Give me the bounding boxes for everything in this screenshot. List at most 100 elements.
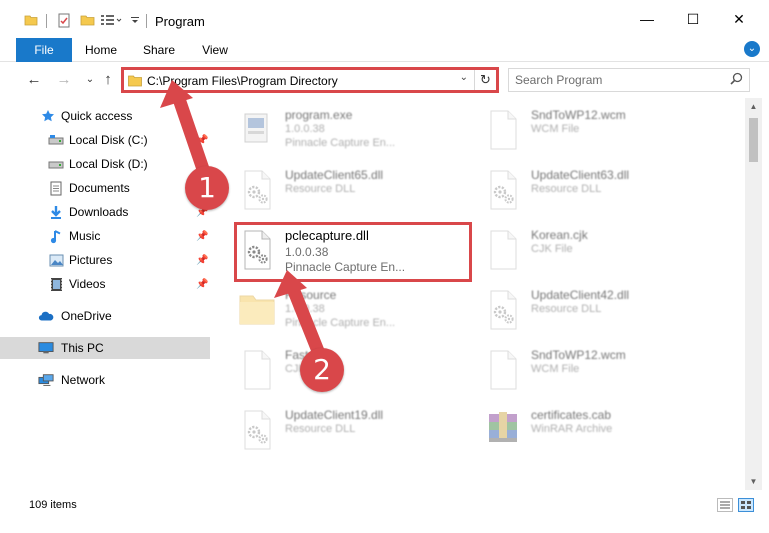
file-tile[interactable]: certificates.cab WinRAR Archive [483,404,723,462]
sidebar-item-music[interactable]: Music 📌 [0,225,210,247]
file-name: program.exe [285,108,353,122]
sidebar-item-label: Local Disk (C:) [69,133,148,147]
vertical-scrollbar[interactable]: ▲ ▼ [745,98,762,490]
scroll-up-icon[interactable]: ▲ [745,98,762,115]
tab-file[interactable]: File [16,38,72,62]
dll-icon [237,168,281,212]
folder-icon [24,11,38,29]
sidebar-item-documents[interactable]: Documents 📌 [0,177,210,199]
address-dropdown-icon[interactable]: ⌄ [460,72,468,83]
sidebar-item-label: Videos [69,277,106,291]
file-tile[interactable]: Resource 1.0.0.38 Pinnacle Capture En... [237,284,477,342]
file-tile[interactable]: UpdateClient42.dll Resource DLL [483,284,723,342]
file-tile[interactable]: UpdateClient63.dll Resource DLL [483,164,723,222]
tab-view[interactable]: View [194,38,236,62]
refresh-button[interactable]: ↻ [474,70,496,90]
address-path[interactable]: C:\Program Files\Program Directory [147,74,338,88]
pin-icon[interactable]: 📌 [196,279,208,290]
file-name: SndToWP12.wcm [531,348,626,362]
sidebar-item-label: Quick access [61,109,133,123]
back-button[interactable]: ← [24,70,44,90]
recent-locations-button[interactable]: ⌄ [80,70,100,90]
up-button[interactable]: ↑ [98,70,118,90]
file-tile[interactable]: Fast...cjkCJK [237,344,477,402]
customize-qa-icon[interactable] [100,11,126,29]
file-name: Korean.cjk [531,228,588,242]
file-detail: Resource DLL [285,423,356,435]
sidebar-item-onedrive[interactable]: OneDrive [0,305,210,327]
search-box[interactable] [508,68,750,92]
file-detail: CJK File [531,243,573,255]
search-input[interactable] [515,72,715,88]
sidebar-item-this-pc[interactable]: This PC [0,337,210,359]
file-detail: 1.0.0.38 [285,123,325,135]
file-detail: Resource DLL [285,183,356,195]
computer-icon [38,340,54,356]
details-view-icon[interactable] [717,498,733,512]
file-description: Pinnacle Capture En... [285,260,406,274]
title-bar: Program — ☐ ✕ [0,0,769,38]
sidebar-item-downloads[interactable]: Downloads 📌 [0,201,210,223]
sidebar-item-label: Downloads [69,205,129,219]
file-tile[interactable]: UpdateClient19.dll Resource DLL [237,404,477,462]
item-count: 109 items [29,499,77,511]
winrar-icon [483,408,527,452]
new-folder-icon[interactable] [80,11,95,29]
file-name: UpdateClient65.dll [285,168,384,182]
sidebar-item-quick-access[interactable]: Quick access [0,105,210,127]
address-bar[interactable]: C:\Program Files\Program Directory ⌄ ↻ [121,67,499,93]
network-icon [38,372,54,388]
pin-icon[interactable]: 📌 [196,255,208,266]
file-tile[interactable]: program.exe 1.0.0.38 Pinnacle Capture En..… [237,104,477,162]
file-tile[interactable]: UpdateClient65.dll Resource DLL [237,164,477,222]
file-tile[interactable]: SndToWP12.wcm WCM File [483,104,723,162]
file-name: pclecapture.dll [285,228,369,243]
file-description: Pinnacle Capture En... [285,137,396,149]
forward-button[interactable]: → [54,70,74,90]
drive-icon [48,132,64,148]
file-name: SndToWP12.wcm [531,108,626,122]
sidebar-item-videos[interactable]: Videos 📌 [0,273,210,295]
maximize-button[interactable]: ☐ [670,0,716,38]
sidebar-item-local-disk-c[interactable]: Local Disk (C:) 📌 [0,129,210,151]
minimize-button[interactable]: — [624,0,670,38]
expand-ribbon-icon[interactable]: ⌄ [744,41,760,57]
sidebar-item-network[interactable]: Network [0,369,210,391]
sidebar-item-label: Music [69,229,101,243]
file-tile-selected[interactable]: pclecapture.dll 1.0.0.38 Pinnacle Capture … [237,224,477,282]
close-button[interactable]: ✕ [716,0,762,38]
file-name: UpdateClient63.dll [531,168,630,182]
sidebar-item-label: Local Disk (D:) [69,157,148,171]
file-detail: WCM File [531,123,580,135]
sidebar-item-label: OneDrive [61,309,112,323]
sidebar-item-local-disk-d[interactable]: Local Disk (D:) [0,153,210,175]
scroll-thumb[interactable] [749,118,758,162]
tab-share[interactable]: Share [136,38,182,62]
pin-icon[interactable]: 📌 [196,135,208,146]
star-icon [40,108,56,124]
file-list: program.exe 1.0.0.38 Pinnacle Capture En..… [213,98,745,490]
file-tile[interactable]: Korean.cjk CJK File [483,224,723,282]
file-icon [483,348,527,392]
documents-icon [48,180,64,196]
tiles-view-icon[interactable] [738,498,754,512]
file-tile[interactable]: SndToWP12.wcm WCM File [483,344,723,402]
file-icon [483,228,527,272]
step-1-badge: 1 [185,166,229,210]
properties-icon[interactable] [57,11,72,29]
pin-icon[interactable]: 📌 [196,231,208,242]
tab-home[interactable]: Home [78,38,124,62]
file-detail: 1.0.0.38 [285,303,325,315]
file-detail: WinRAR Archive [531,423,613,435]
file-icon [237,348,281,392]
qa-dropdown-icon[interactable] [130,11,140,29]
file-detail: 1.0.0.38 [285,245,329,259]
file-name: Resource [285,288,337,302]
step-2-badge: 2 [300,348,344,392]
exe-icon [237,108,281,152]
sidebar-item-pictures[interactable]: Pictures 📌 [0,249,210,271]
search-icon[interactable] [730,72,743,88]
scroll-down-icon[interactable]: ▼ [745,473,762,490]
qa-separator [46,14,47,28]
folder-icon [128,74,142,90]
